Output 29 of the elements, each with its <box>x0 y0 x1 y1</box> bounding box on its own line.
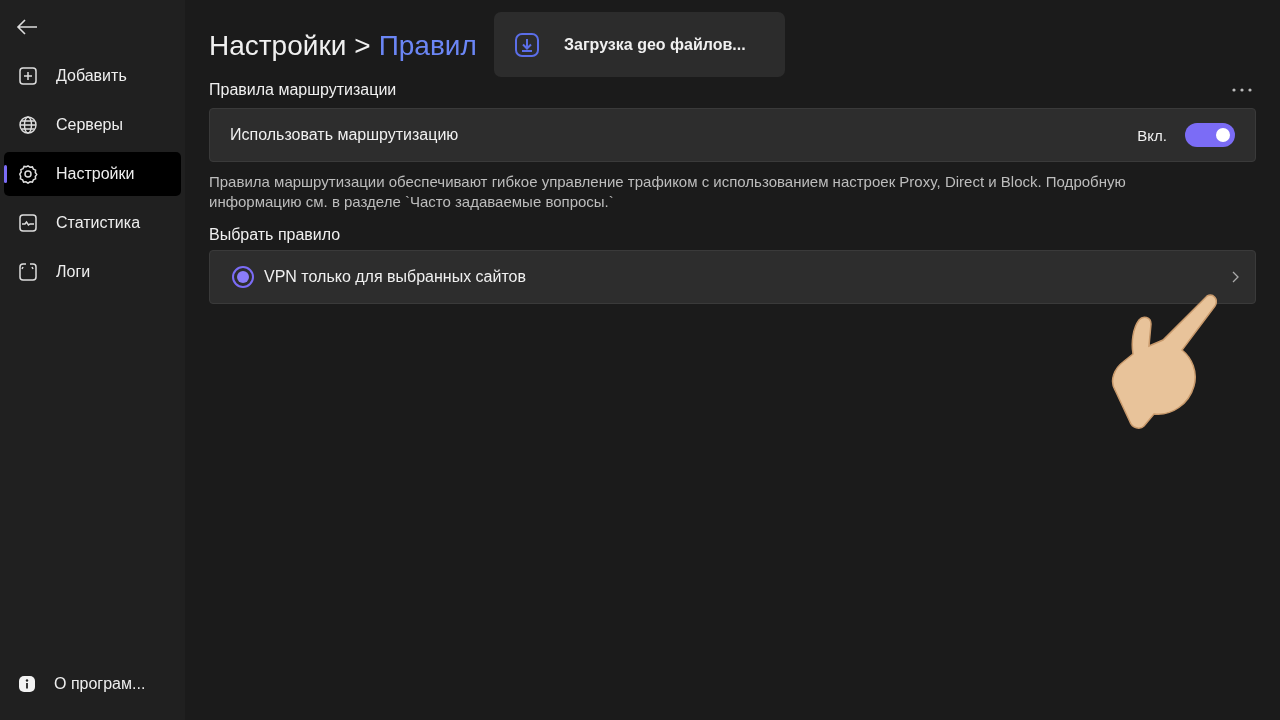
sidebar-item[interactable]: Настройки <box>4 152 181 196</box>
sidebar-item[interactable]: Серверы <box>4 103 181 147</box>
option-label: VPN только для выбранных сайтов <box>264 268 527 286</box>
sidebar-item[interactable]: О програм... <box>4 662 181 706</box>
section-title: Выбрать правило <box>209 226 342 244</box>
toggle-label: Использовать маршрутизацию <box>230 126 459 144</box>
rule-option[interactable]: VPN только для выбранных сайтов <box>209 250 1256 304</box>
radio-button[interactable] <box>232 266 254 288</box>
sidebar-item[interactable]: Логи <box>4 250 181 294</box>
globe-icon <box>18 115 38 135</box>
settings-icon <box>18 164 38 184</box>
chevron-right-icon <box>1231 271 1239 283</box>
plus-square-icon <box>18 66 38 86</box>
page-title: Правил <box>378 30 477 62</box>
toast-text: Загрузка geo файлов... <box>564 35 746 54</box>
more-icon <box>1232 88 1252 92</box>
description-text: Правила маршрутизации обеспечивают гибкое управление трафиком с использованием настроек Proxy, Direct и Block. Подробную информацию см. в разделе `Часто задаваемые вопросы.` <box>209 172 1127 212</box>
download-icon <box>514 31 540 58</box>
toggle-state-text: Вкл. <box>1137 126 1167 144</box>
breadcrumb-parent[interactable]: Настройки <box>209 30 347 62</box>
code-bracket-icon <box>18 262 38 282</box>
section-title: Правила маршрутизации <box>209 81 397 99</box>
info-icon <box>18 675 36 693</box>
sidebar-item[interactable]: Добавить <box>4 54 181 98</box>
chart-icon <box>18 213 38 233</box>
sidebar-item[interactable]: Статистика <box>4 201 181 245</box>
back-arrow-icon <box>16 18 38 36</box>
breadcrumb-separator: > <box>354 30 371 62</box>
toggle-switch[interactable] <box>1185 123 1235 147</box>
